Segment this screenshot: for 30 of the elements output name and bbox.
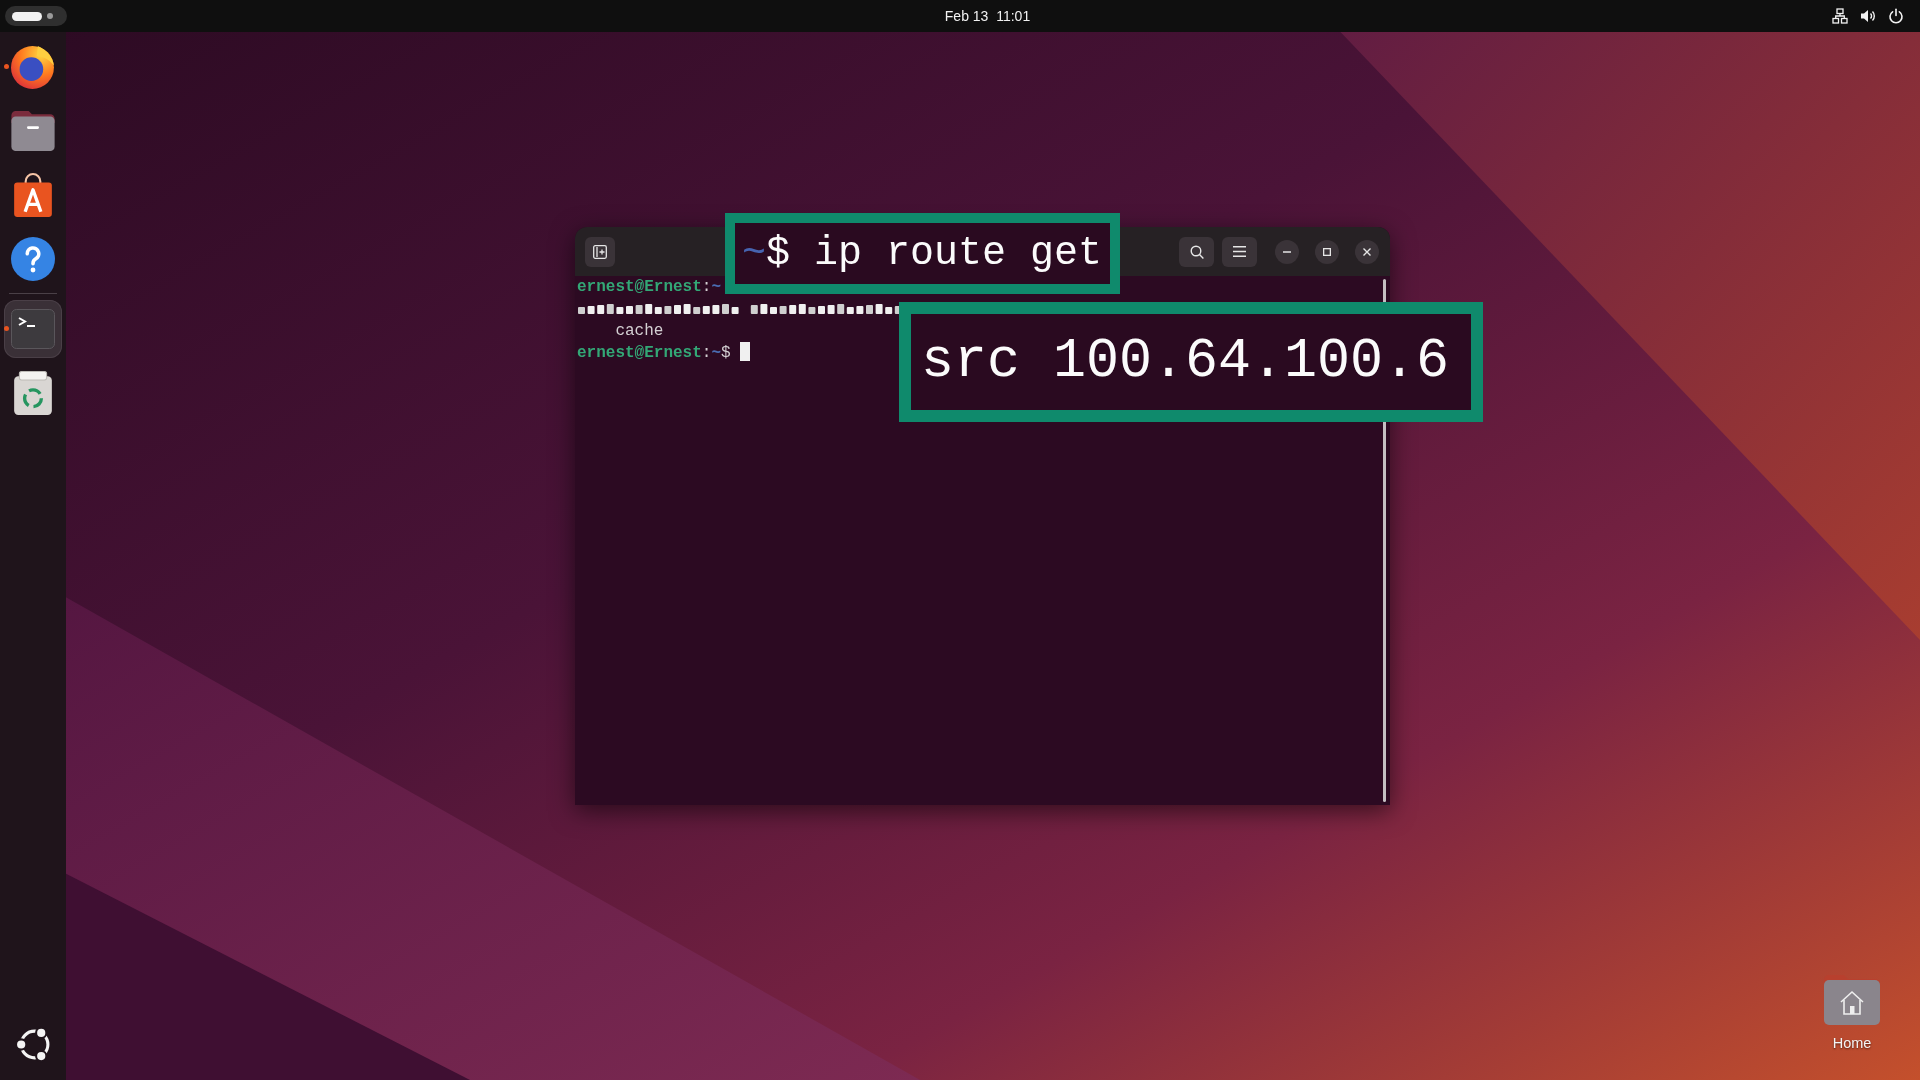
- desktop-icon-label[interactable]: Home: [1832, 1033, 1872, 1055]
- prompt-text: ernest@Ernest:~$: [577, 344, 731, 362]
- minimize-button[interactable]: [1275, 239, 1299, 264]
- clock-button[interactable]: Feb 13 11:01: [936, 4, 1039, 28]
- folder-icon: [11, 111, 55, 151]
- close-button[interactable]: [1355, 239, 1379, 264]
- help-icon: [11, 237, 55, 281]
- volume-icon[interactable]: [1860, 8, 1876, 24]
- minimize-icon: [1283, 250, 1291, 253]
- terminal-icon: [11, 309, 55, 349]
- power-icon[interactable]: [1888, 8, 1904, 24]
- shopping-bag-icon: [13, 173, 53, 217]
- new-tab-button[interactable]: [585, 236, 615, 267]
- menu-button[interactable]: [1222, 236, 1257, 267]
- maximize-button[interactable]: [1315, 239, 1339, 264]
- flame-globe-icon: [11, 45, 55, 89]
- output-text: cache: [615, 322, 664, 340]
- workspace-switcher[interactable]: [5, 6, 67, 26]
- zoomed-output-text: src 100.64.100.6: [921, 331, 1450, 393]
- search-button[interactable]: [1179, 236, 1214, 267]
- maximize-icon: [1323, 247, 1331, 256]
- zoomed-command-text: ~$ ip route get: [742, 231, 1103, 276]
- prompt-text: ernest@Ernest:~: [577, 278, 722, 296]
- search-icon: [1189, 244, 1204, 259]
- home-folder-icon[interactable]: [1824, 975, 1880, 1025]
- recycle-bin-icon: [13, 371, 53, 415]
- menu-icon: [1233, 246, 1246, 257]
- new-tab-icon: [593, 244, 607, 259]
- close-icon: [1363, 247, 1371, 256]
- network-icon[interactable]: [1832, 8, 1848, 24]
